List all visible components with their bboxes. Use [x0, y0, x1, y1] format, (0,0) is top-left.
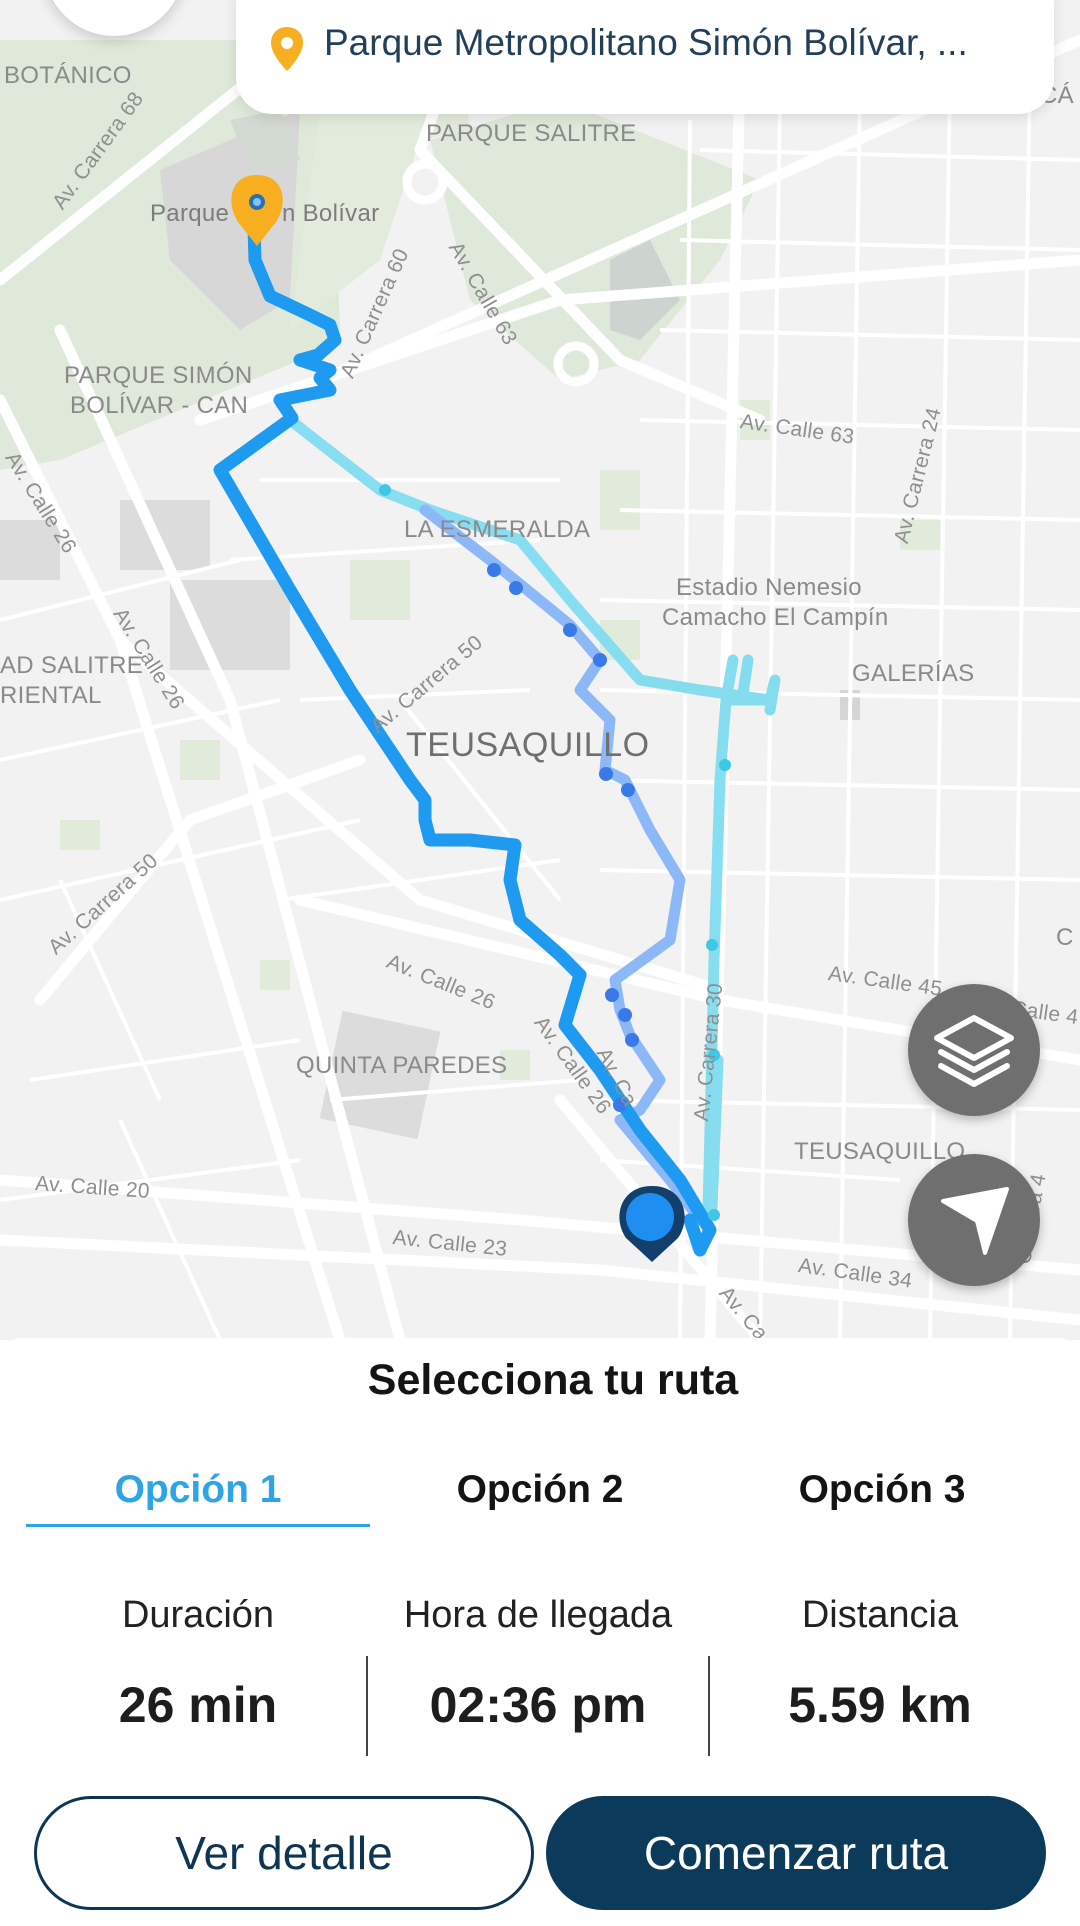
map-label: PARQUE SIMÓN [64, 362, 253, 389]
map-label: GALERÍAS [852, 660, 975, 687]
map-label: n Bolívar [282, 200, 380, 227]
duration-value: 26 min [118, 1677, 278, 1733]
arrival-time-label: Hora de llegada [403, 1594, 673, 1636]
duration-label: Duración [121, 1594, 275, 1636]
tab-option-1[interactable]: Opción 1 [26, 1468, 370, 1512]
stat-divider [366, 1656, 368, 1756]
map-label: BOTÁNICO [4, 62, 132, 89]
map-label: TEUSAQUILLO [794, 1138, 966, 1165]
map-view[interactable]: BOTÁNICO PARQUE SALITRE Parque n Bolívar… [0, 0, 1080, 1340]
origin-pin-icon [619, 1186, 685, 1262]
map-label: LA ESMERALDA [404, 516, 591, 543]
map-label: TEUSAQUILLO [406, 726, 650, 764]
sheet-title: Selecciona tu ruta [367, 1356, 739, 1404]
navigation-arrow-icon [941, 1187, 1009, 1255]
map-label: Parque [150, 200, 230, 227]
my-location-button[interactable] [908, 1154, 1040, 1286]
map-label: PARQUE SALITRE [426, 120, 637, 147]
layers-icon [934, 1015, 1014, 1087]
location-pin-icon [271, 27, 303, 71]
layers-button[interactable] [908, 984, 1040, 1116]
map-label: Estadio Nemesio [676, 574, 862, 601]
map-label: BOLÍVAR - CAN [70, 392, 249, 419]
map-label: Camacho El Campín [662, 604, 889, 631]
distance-label: Distancia [801, 1594, 959, 1636]
active-tab-indicator [26, 1524, 370, 1527]
tab-option-3[interactable]: Opción 3 [710, 1468, 1054, 1512]
tab-option-2[interactable]: Opción 2 [368, 1468, 712, 1512]
start-route-button[interactable]: Comenzar ruta [546, 1796, 1046, 1910]
arrival-time-value: 02:36 pm [429, 1677, 647, 1733]
destination-search-card[interactable]: Parque Metropolitano Simón Bolívar, ... [236, 0, 1054, 114]
view-detail-button[interactable]: Ver detalle [34, 1796, 534, 1910]
map-label: AD SALITRE [0, 652, 144, 679]
stat-divider [708, 1656, 710, 1756]
map-label: QUINTA PAREDES [296, 1052, 508, 1079]
map-label: C [1056, 924, 1074, 951]
destination-text: Parque Metropolitano Simón Bolívar, ... [324, 22, 968, 63]
distance-value: 5.59 km [788, 1677, 972, 1733]
map-label: RIENTAL [0, 682, 102, 709]
